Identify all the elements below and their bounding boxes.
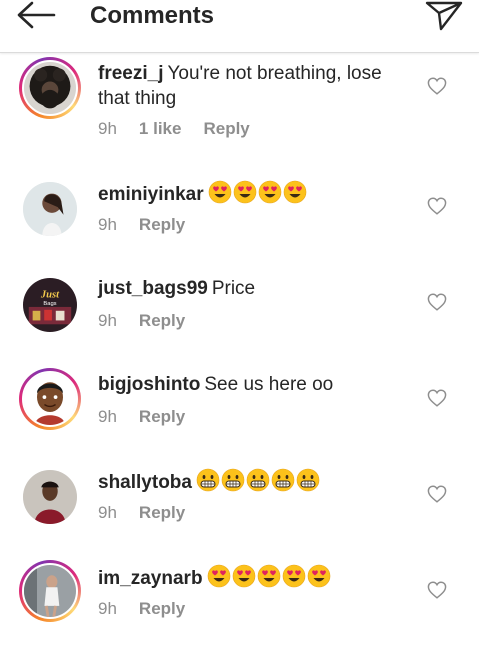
heart-eyes-emoji-icon: [282, 564, 305, 588]
reply-button[interactable]: Reply: [139, 311, 185, 330]
comment-meta: 9h Reply: [98, 311, 207, 331]
svg-text:Bags: Bags: [43, 301, 56, 307]
heart-eyes-emoji-icon: [307, 564, 330, 588]
avatar[interactable]: [19, 57, 81, 119]
comment-text: bigjoshinto See us here oo: [98, 372, 418, 397]
top-bar: Comments: [0, 0, 479, 53]
comment-meta: 9h Reply: [98, 599, 207, 619]
like-heart-icon[interactable]: [427, 581, 447, 599]
comment-meta: 9h Reply: [98, 215, 207, 235]
back-arrow-icon: [17, 1, 56, 29]
comment-item: bigjoshinto See us here oo 9h Reply: [0, 368, 479, 434]
comment-meta: 9h Reply: [98, 503, 207, 523]
comment-text: im_zaynarb: [98, 564, 418, 591]
emoji-row: [207, 564, 332, 589]
comment-username[interactable]: eminiyinkar: [98, 184, 204, 205]
like-heart-icon[interactable]: [427, 77, 447, 95]
reply-button[interactable]: Reply: [139, 503, 185, 522]
comment-username[interactable]: freezi_j: [98, 63, 163, 84]
reply-button[interactable]: Reply: [139, 599, 185, 618]
comment-meta: 9h Reply: [98, 407, 207, 427]
heart-eyes-emoji-icon: [208, 180, 231, 204]
comment-likes[interactable]: 1 like: [139, 119, 182, 138]
comment-username[interactable]: bigjoshinto: [98, 374, 200, 395]
grinning-face-emoji-icon: [271, 468, 295, 492]
reply-button[interactable]: Reply: [139, 215, 185, 234]
heart-eyes-emoji-icon: [257, 564, 280, 588]
grinning-face-emoji-icon: [196, 468, 220, 492]
comment-text: eminiyinkar: [98, 180, 418, 207]
comment-time: 9h: [98, 119, 117, 138]
like-heart-icon[interactable]: [427, 197, 447, 215]
comment-item: eminiyinkar 9h Reply: [0, 176, 479, 242]
send-icon: [425, 1, 463, 31]
comment-body: See us here oo: [204, 374, 334, 395]
emoji-row: [208, 180, 308, 205]
grinning-face-emoji-icon: [246, 468, 270, 492]
comment-username[interactable]: shallytoba: [98, 472, 192, 493]
comment-item: freezi_j You're not breathing, lose that …: [0, 52, 479, 148]
avatar[interactable]: [19, 178, 81, 240]
comment-text: freezi_j You're not breathing, lose that …: [98, 61, 418, 111]
comment-time: 9h: [98, 599, 117, 618]
svg-text:Just: Just: [40, 289, 60, 300]
comment-item: im_zaynarb 9h Reply: [0, 560, 479, 626]
comment-item: Just Bags just_bags99 Price 9h Reply: [0, 272, 479, 338]
like-heart-icon[interactable]: [427, 485, 447, 503]
heart-eyes-emoji-icon: [207, 564, 230, 588]
comment-time: 9h: [98, 311, 117, 330]
comment-item: shallytoba 9h Reply: [0, 464, 479, 530]
comment-meta: 9h 1 like Reply: [98, 119, 272, 139]
avatar[interactable]: [19, 368, 81, 430]
comment-body: Price: [211, 278, 256, 299]
heart-eyes-emoji-icon: [258, 180, 281, 204]
avatar[interactable]: [19, 560, 81, 622]
comment-time: 9h: [98, 215, 117, 234]
grinning-face-emoji-icon: [296, 468, 320, 492]
like-heart-icon[interactable]: [427, 389, 447, 407]
back-button[interactable]: [14, 0, 58, 32]
heart-eyes-emoji-icon: [232, 564, 255, 588]
comment-time: 9h: [98, 407, 117, 426]
heart-eyes-emoji-icon: [233, 180, 256, 204]
comment-username[interactable]: im_zaynarb: [98, 568, 203, 589]
like-heart-icon[interactable]: [427, 293, 447, 311]
comment-username[interactable]: just_bags99: [98, 278, 208, 299]
grinning-face-emoji-icon: [221, 468, 245, 492]
emoji-row: [196, 468, 321, 493]
page-title: Comments: [90, 2, 215, 29]
comment-time: 9h: [98, 503, 117, 522]
avatar[interactable]: Just Bags: [19, 274, 81, 336]
comment-text: just_bags99 Price: [98, 276, 418, 301]
reply-button[interactable]: Reply: [203, 119, 249, 138]
reply-button[interactable]: Reply: [139, 407, 185, 426]
share-button[interactable]: [424, 0, 464, 32]
comment-text: shallytoba: [98, 468, 418, 495]
avatar[interactable]: [19, 466, 81, 528]
heart-eyes-emoji-icon: [283, 180, 306, 204]
